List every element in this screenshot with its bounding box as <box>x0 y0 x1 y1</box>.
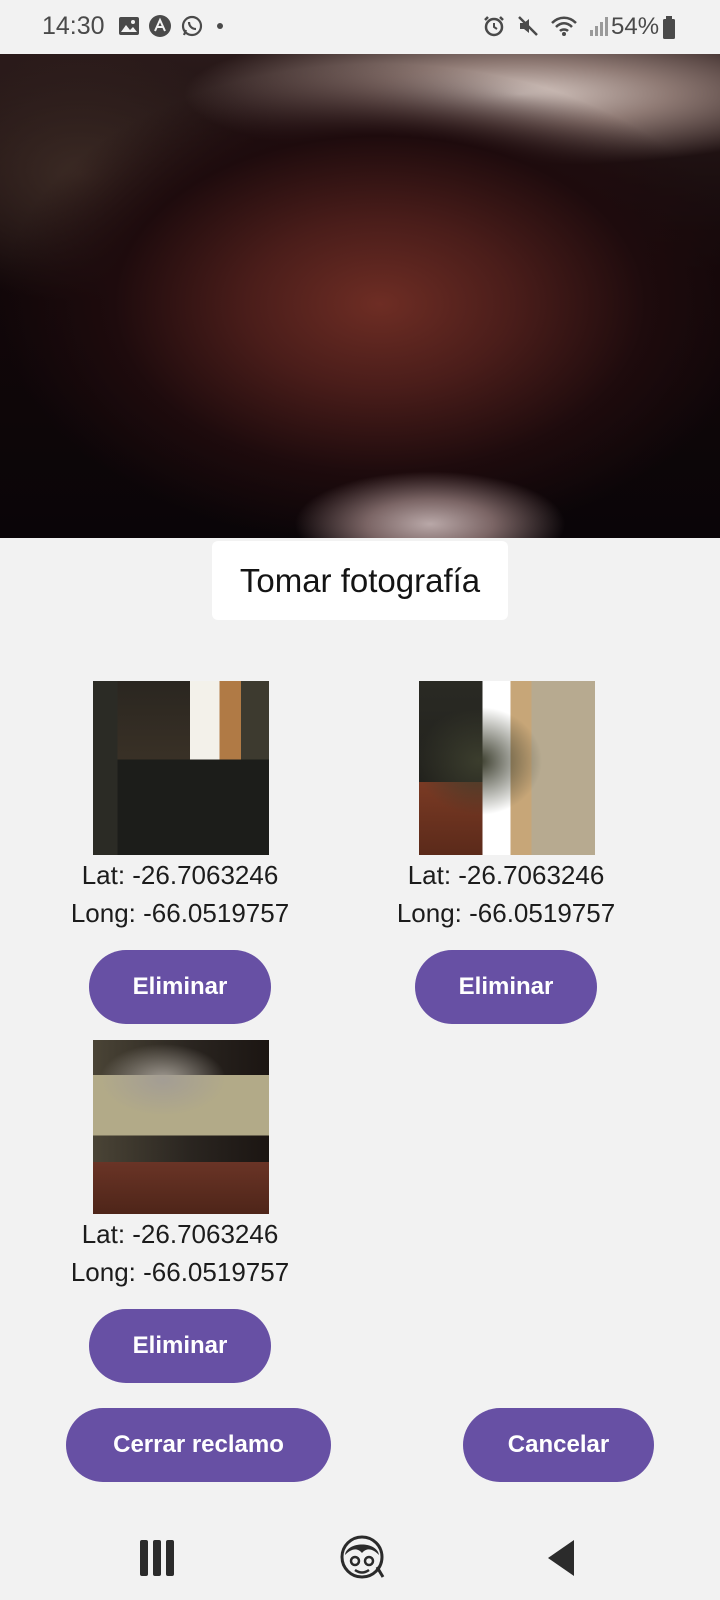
delete-photo-1-button[interactable]: Eliminar <box>89 950 271 1024</box>
battery-icon <box>663 16 675 39</box>
delete-photo-2-button[interactable]: Eliminar <box>415 950 597 1024</box>
delete-photo-3-button[interactable]: Eliminar <box>89 1309 271 1383</box>
alarm-icon <box>484 16 504 37</box>
wifi-icon <box>551 16 577 36</box>
photo-thumbnail-2 <box>419 681 595 855</box>
photo-1-longitude: Long: -66.0519757 <box>70 898 290 928</box>
battery-percent: 54% <box>611 13 660 40</box>
a-badge-icon <box>149 15 171 37</box>
photo-3-latitude: Lat: -26.7063246 <box>81 1219 279 1249</box>
photo-thumbnail-3 <box>93 1040 269 1214</box>
photo-thumbnail-1 <box>93 681 269 855</box>
camera-preview[interactable] <box>0 54 720 538</box>
close-claim-button[interactable]: Cerrar reclamo <box>66 1408 331 1482</box>
mute-icon <box>518 16 538 36</box>
back-icon[interactable] <box>546 1538 576 1578</box>
photo-1-latitude: Lat: -26.7063246 <box>81 860 279 890</box>
photo-3-longitude: Long: -66.0519757 <box>70 1257 290 1287</box>
gallery-icon <box>119 17 139 35</box>
signal-icon <box>590 17 608 36</box>
take-photo-button[interactable]: Tomar fotografía <box>212 541 508 620</box>
recents-icon[interactable] <box>140 1540 176 1576</box>
status-bar: 14:30 54% <box>0 0 720 54</box>
cancel-button[interactable]: Cancelar <box>463 1408 654 1482</box>
status-icons-right <box>482 14 610 38</box>
status-icons-left <box>118 14 228 38</box>
home-assistant-icon[interactable] <box>337 1533 387 1583</box>
status-time: 14:30 <box>42 12 105 40</box>
whatsapp-icon <box>181 15 203 37</box>
photo-2-latitude: Lat: -26.7063246 <box>407 860 605 890</box>
photo-2-longitude: Long: -66.0519757 <box>396 898 616 928</box>
dot-icon <box>217 23 223 29</box>
